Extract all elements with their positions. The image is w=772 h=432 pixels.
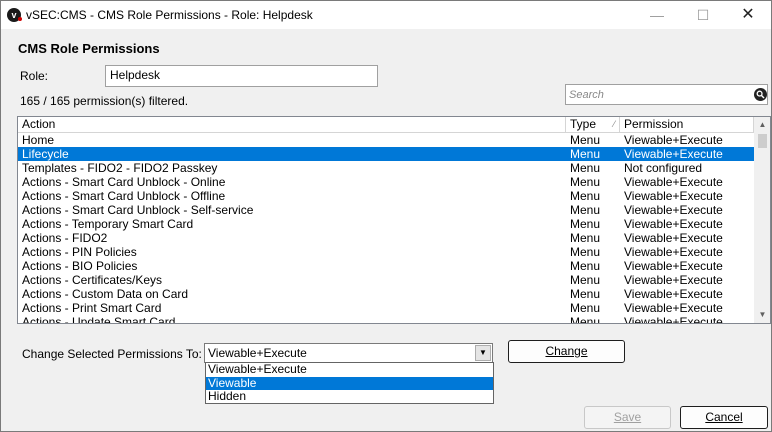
row-action-cell: Actions - Smart Card Unblock - Online xyxy=(22,175,226,189)
column-header-action[interactable]: Action xyxy=(18,117,566,133)
cancel-button-label: Cancel xyxy=(705,410,743,424)
row-type-cell: Menu xyxy=(570,133,601,147)
vertical-scrollbar[interactable]: ▲ ▼ xyxy=(754,117,770,323)
table-row[interactable]: Actions - Smart Card Unblock - Offline Me… xyxy=(18,189,754,203)
change-permissions-label: Change Selected Permissions To: xyxy=(22,347,202,361)
close-button[interactable]: ✕ xyxy=(725,1,771,29)
search-input[interactable] xyxy=(569,87,749,103)
row-type-cell: Menu xyxy=(570,231,601,245)
row-permission-cell: Viewable+Execute xyxy=(624,273,723,287)
dropdown-option[interactable]: Hidden xyxy=(206,390,493,404)
role-field[interactable]: Helpdesk xyxy=(105,65,378,87)
table-row[interactable]: Actions - Update Smart Card Menu Viewable+… xyxy=(18,315,754,324)
app-logo-icon: v xyxy=(7,8,22,22)
filter-count: 165 / 165 permission(s) filtered. xyxy=(20,94,189,108)
row-type-cell: Menu xyxy=(570,175,601,189)
row-action-cell: Actions - Certificates/Keys xyxy=(22,273,163,287)
row-permission-cell: Viewable+Execute xyxy=(624,315,723,324)
dropdown-option[interactable]: Viewable xyxy=(206,376,493,390)
row-permission-cell: Viewable+Execute xyxy=(624,287,723,301)
search-icon[interactable] xyxy=(754,88,767,101)
row-permission-cell: Viewable+Execute xyxy=(624,245,723,259)
search-box xyxy=(565,84,768,105)
row-action-cell: Actions - Smart Card Unblock - Self-serv… xyxy=(22,203,254,217)
table-row[interactable]: Actions - BIO Policies Menu Viewable+Execu… xyxy=(18,259,754,273)
minimize-button[interactable]: — xyxy=(634,1,680,29)
row-permission-cell: Viewable+Execute xyxy=(624,147,723,161)
row-action-cell: Templates - FIDO2 - FIDO2 Passkey xyxy=(22,161,218,175)
row-type-cell: Menu xyxy=(570,245,601,259)
row-action-cell: Actions - Update Smart Card xyxy=(22,315,176,324)
row-action-cell: Home xyxy=(22,133,55,147)
row-action-cell: Actions - FIDO2 xyxy=(22,231,108,245)
row-type-cell: Menu xyxy=(570,315,601,324)
row-type-cell: Menu xyxy=(570,287,601,301)
column-header-permission[interactable]: Permission xyxy=(620,117,754,133)
row-permission-cell: Viewable+Execute xyxy=(624,189,723,203)
scrollbar-thumb[interactable] xyxy=(758,134,767,148)
table-row[interactable]: Actions - FIDO2 Menu Viewable+Execute xyxy=(18,231,754,245)
change-button[interactable]: Change xyxy=(508,340,625,363)
chevron-down-icon[interactable]: ▼ xyxy=(475,345,491,361)
scroll-down-icon[interactable]: ▼ xyxy=(754,307,770,323)
cancel-button[interactable]: Cancel xyxy=(680,406,768,429)
table-body: Home Menu Viewable+Execute Lifecycle Menu Vie… xyxy=(18,133,754,324)
row-permission-cell: Viewable+Execute xyxy=(624,133,723,147)
row-permission-cell: Not configured xyxy=(624,161,703,175)
row-permission-cell: Viewable+Execute xyxy=(624,231,723,245)
change-button-label: Change xyxy=(545,344,588,358)
row-permission-cell: Viewable+Execute xyxy=(624,203,723,217)
row-permission-cell: Viewable+Execute xyxy=(624,175,723,189)
permissions-table: Action Type ⁄ Permission Home Menu Viewabl… xyxy=(17,116,771,324)
row-action-cell: Actions - PIN Policies xyxy=(22,245,137,259)
table-row[interactable]: Actions - Smart Card Unblock - Self-serv… xyxy=(18,203,754,217)
row-action-cell: Actions - Temporary Smart Card xyxy=(22,217,194,231)
table-row[interactable]: Actions - Smart Card Unblock - Online Men… xyxy=(18,175,754,189)
role-permissions-window: v vSEC:CMS - CMS Role Permissions - Role… xyxy=(0,0,772,432)
page-title: CMS Role Permissions xyxy=(18,41,160,56)
table-header: Action Type ⁄ Permission xyxy=(18,117,754,133)
row-permission-cell: Viewable+Execute xyxy=(624,301,723,315)
row-action-cell: Lifecycle xyxy=(22,147,69,161)
maximize-button[interactable]: ☐ xyxy=(680,1,726,29)
row-permission-cell: Viewable+Execute xyxy=(624,217,723,231)
permission-dropdown-list: Viewable+Execute Viewable Hidden xyxy=(205,362,494,404)
table-row[interactable]: Actions - Print Smart Card Menu Viewable+E… xyxy=(18,301,754,315)
row-type-cell: Menu xyxy=(570,203,601,217)
row-action-cell: Actions - Custom Data on Card xyxy=(22,287,189,301)
table-row[interactable]: Actions - Certificates/Keys Menu Viewable+… xyxy=(18,273,754,287)
table-row[interactable]: Actions - Custom Data on Card Menu Viewabl… xyxy=(18,287,754,301)
table-row[interactable]: Actions - Temporary Smart Card Menu Viewab… xyxy=(18,217,754,231)
table-row[interactable]: Actions - PIN Policies Menu Viewable+Execu… xyxy=(18,245,754,259)
row-action-cell: Actions - Print Smart Card xyxy=(22,301,162,315)
column-header-type-label: Type xyxy=(570,117,597,131)
row-action-cell: Actions - BIO Policies xyxy=(22,259,138,273)
dropdown-option[interactable]: Viewable+Execute xyxy=(206,363,493,377)
row-type-cell: Menu xyxy=(570,161,601,175)
table-row[interactable]: Lifecycle Menu Viewable+Execute xyxy=(18,147,754,161)
sort-icon: ⁄ xyxy=(613,119,615,129)
title-bar: v vSEC:CMS - CMS Role Permissions - Role… xyxy=(1,1,771,29)
row-type-cell: Menu xyxy=(570,273,601,287)
row-type-cell: Menu xyxy=(570,147,601,161)
save-button[interactable]: Save xyxy=(584,406,671,429)
scroll-up-icon[interactable]: ▲ xyxy=(754,117,770,133)
permission-select[interactable]: Viewable+Execute ▼ xyxy=(204,343,493,363)
window-title: vSEC:CMS - CMS Role Permissions - Role: … xyxy=(26,8,313,22)
row-type-cell: Menu xyxy=(570,259,601,273)
column-header-type[interactable]: Type ⁄ xyxy=(566,117,620,133)
table-row[interactable]: Home Menu Viewable+Execute xyxy=(18,133,754,147)
save-button-label: Save xyxy=(613,410,642,424)
table-row[interactable]: Templates - FIDO2 - FIDO2 Passkey Menu Not… xyxy=(18,161,754,175)
row-type-cell: Menu xyxy=(570,189,601,203)
row-permission-cell: Viewable+Execute xyxy=(624,259,723,273)
row-type-cell: Menu xyxy=(570,301,601,315)
permission-select-value: Viewable+Execute xyxy=(208,346,307,360)
row-action-cell: Actions - Smart Card Unblock - Offline xyxy=(22,189,226,203)
row-type-cell: Menu xyxy=(570,217,601,231)
role-label: Role: xyxy=(20,69,49,83)
